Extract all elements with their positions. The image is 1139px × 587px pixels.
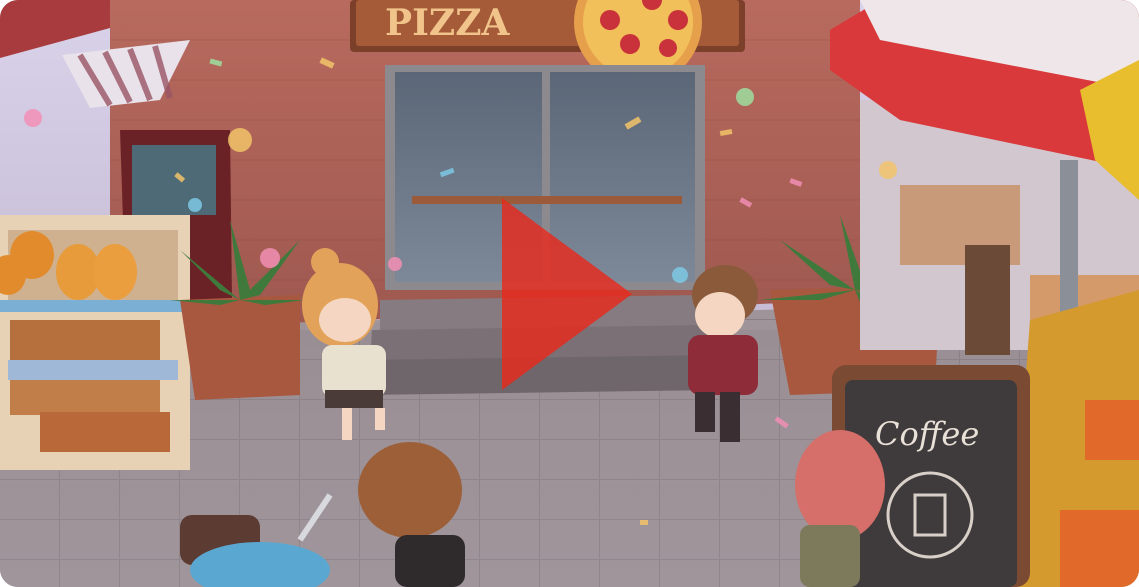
video-player[interactable]: PIZZA Coffee <box>0 0 1139 587</box>
play-button[interactable] <box>498 196 638 392</box>
chalkboard-coffee-text: Coffee <box>875 415 979 453</box>
play-icon <box>502 198 632 390</box>
shop-sign-text: PIZZA <box>385 2 510 44</box>
